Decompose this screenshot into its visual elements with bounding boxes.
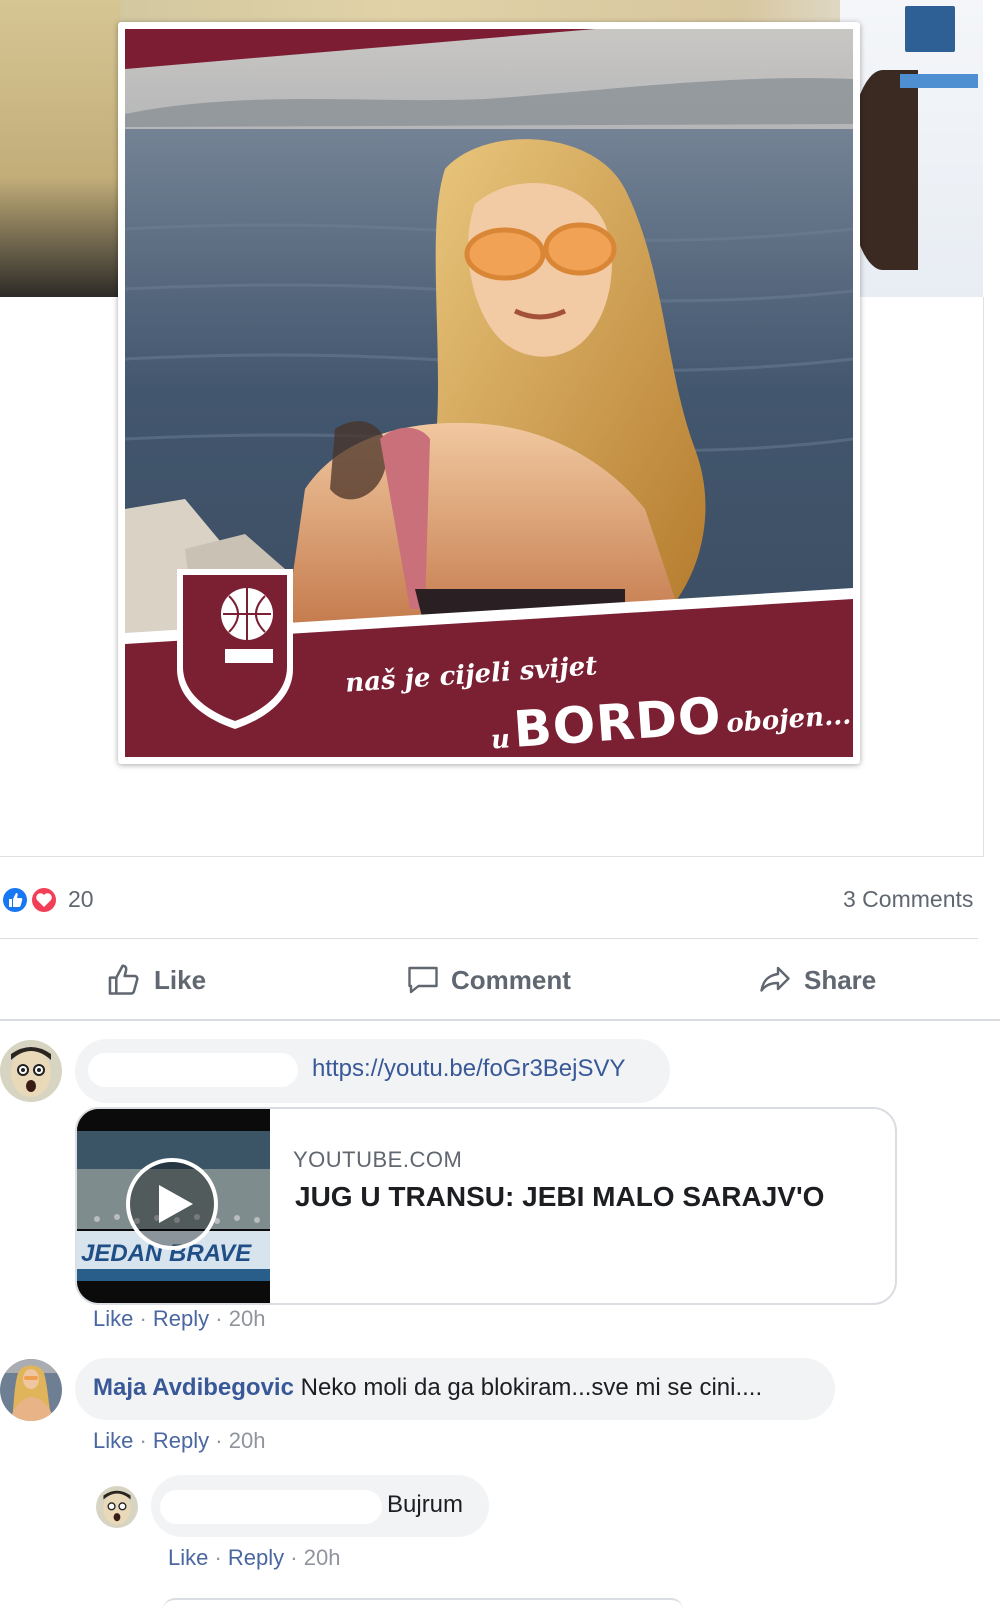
cover-poster-bar: [900, 74, 978, 88]
commenter-avatar[interactable]: [0, 1040, 62, 1102]
frame-caption-obojen: obojen...: [725, 700, 853, 740]
share-icon: [760, 966, 790, 992]
cover-poster-icon: [905, 6, 955, 52]
crest-year: 1946: [228, 665, 257, 680]
comment-actions: Like · Reply · 20h: [93, 1306, 266, 1331]
post-divider: [0, 856, 984, 857]
comment-time[interactable]: 20h: [229, 1306, 266, 1331]
share-button[interactable]: Share: [756, 960, 876, 1000]
preview-title[interactable]: JUG U TRANSU: JEBI MALO SARAJV'O: [295, 1177, 855, 1217]
comment-author[interactable]: Maja Avdibegovic: [93, 1374, 294, 1401]
reply-reply-link[interactable]: Reply: [228, 1545, 284, 1570]
video-thumbnail[interactable]: JEDAN BRAVE: [77, 1109, 270, 1303]
reply-text: Bujrum: [387, 1491, 464, 1518]
reply-like-link[interactable]: Like: [168, 1545, 208, 1570]
comment-like-link[interactable]: Like: [93, 1428, 133, 1453]
like-button-label: Like: [154, 964, 207, 995]
profile-photo-image: [125, 29, 853, 757]
divider: [0, 938, 978, 939]
thumbs-up-icon: [108, 964, 139, 995]
redacted-author: [160, 1490, 382, 1524]
divider: [0, 1019, 1000, 1021]
like-button[interactable]: Like: [106, 960, 206, 1000]
profile-photo[interactable]: [125, 29, 853, 757]
comment-icon: [408, 966, 438, 994]
reaction-icons[interactable]: [0, 885, 64, 915]
reaction-count[interactable]: 20: [68, 886, 94, 913]
comment-actions: Like · Reply · 20h: [93, 1428, 266, 1453]
reply-actions: Like · Reply · 20h: [168, 1545, 341, 1570]
comment-text: Neko moli da ga blokiram...sve mi se cin…: [300, 1374, 763, 1401]
comment-time[interactable]: 20h: [229, 1428, 266, 1453]
share-button-label: Share: [804, 964, 877, 995]
comment-reply-link[interactable]: Reply: [153, 1428, 209, 1453]
comments-count[interactable]: 3 Comments: [843, 886, 973, 913]
preview-source: YOUTUBE.COM: [293, 1147, 463, 1172]
comment-button-label: Comment: [451, 964, 571, 995]
post-card-border: [983, 297, 984, 857]
redacted-author: [88, 1053, 298, 1087]
commenter-avatar[interactable]: [0, 1359, 62, 1421]
reply-time[interactable]: 20h: [304, 1545, 341, 1570]
frame-caption-u: u: [490, 724, 511, 756]
cover-left-segment: [0, 0, 120, 297]
comment-link[interactable]: https://youtu.be/foGr3BejSVY: [312, 1055, 626, 1083]
comment-like-link[interactable]: Like: [93, 1306, 133, 1331]
reply-avatar[interactable]: [96, 1486, 138, 1528]
youtube-link-preview[interactable]: JEDAN BRAVE YOUTUBE.COM JUG U TRANSU: JE…: [75, 1107, 897, 1305]
comment-button[interactable]: Comment: [405, 960, 571, 1000]
next-reply-input[interactable]: [163, 1598, 683, 1612]
comment-body: Maja Avdibegovic Neko moli da ga blokira…: [93, 1374, 762, 1402]
comment-reply-link[interactable]: Reply: [153, 1306, 209, 1331]
